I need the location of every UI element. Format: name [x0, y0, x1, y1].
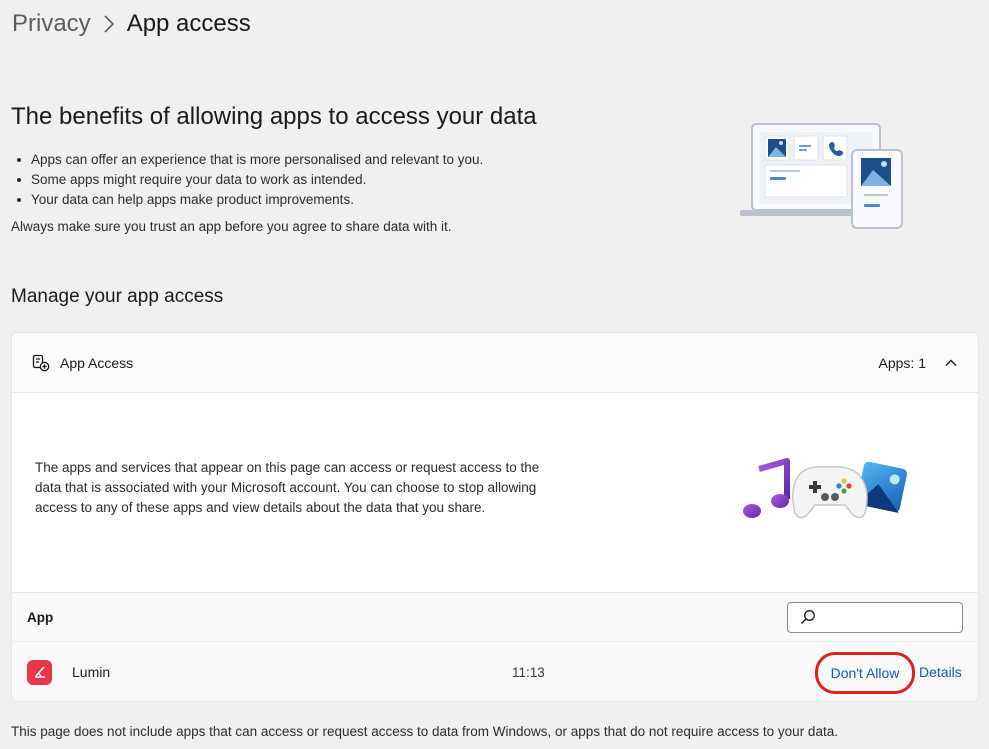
dont-allow-button[interactable]: Don't Allow: [815, 652, 915, 694]
app-access-description-panel: The apps and services that appear on thi…: [12, 393, 978, 593]
devices-illustration: [740, 120, 910, 240]
footer-note: This page does not include apps that can…: [11, 724, 838, 739]
details-link[interactable]: Details: [919, 664, 962, 680]
app-access-description: The apps and services that appear on thi…: [35, 460, 540, 515]
list-item: Apps can offer an experience that is mor…: [17, 150, 483, 170]
chevron-right-icon: [103, 15, 115, 33]
list-item: Some apps might require your data to wor…: [17, 170, 483, 190]
benefits-title: The benefits of allowing apps to access …: [11, 103, 537, 130]
trust-note: Always make sure you trust an app before…: [11, 219, 452, 234]
search-box[interactable]: [787, 601, 963, 633]
media-illustration: [737, 455, 908, 535]
search-input[interactable]: [822, 609, 952, 625]
breadcrumb-privacy-link[interactable]: Privacy: [12, 10, 91, 38]
chevron-up-icon[interactable]: [944, 356, 958, 370]
bullet-dot-icon: [17, 198, 21, 202]
page-title: App access: [126, 10, 251, 37]
breadcrumb: Privacy App access: [12, 10, 251, 38]
app-access-icon: [32, 354, 50, 372]
app-name: Lumin: [72, 664, 111, 680]
app-access-card: App Access Apps: 1 The apps and services…: [11, 332, 979, 702]
column-app-header: App: [27, 609, 54, 625]
app-access-time: 11:13: [512, 664, 545, 680]
bullet-dot-icon: [17, 178, 21, 182]
search-icon: [800, 609, 816, 625]
lumin-logo: [27, 659, 52, 685]
benefits-list: Apps can offer an experience that is mor…: [17, 150, 483, 210]
apps-count: Apps: 1: [878, 354, 926, 371]
bullet-dot-icon: [17, 158, 21, 162]
table-header: App: [12, 593, 978, 642]
list-item: Your data can help apps make product imp…: [17, 190, 483, 210]
app-access-header[interactable]: App Access Apps: 1: [12, 333, 978, 393]
table-row: Lumin 11:13 Don't Allow Details: [12, 642, 978, 701]
manage-section-title: Manage your app access: [11, 286, 224, 307]
app-access-label: App Access: [60, 354, 134, 371]
